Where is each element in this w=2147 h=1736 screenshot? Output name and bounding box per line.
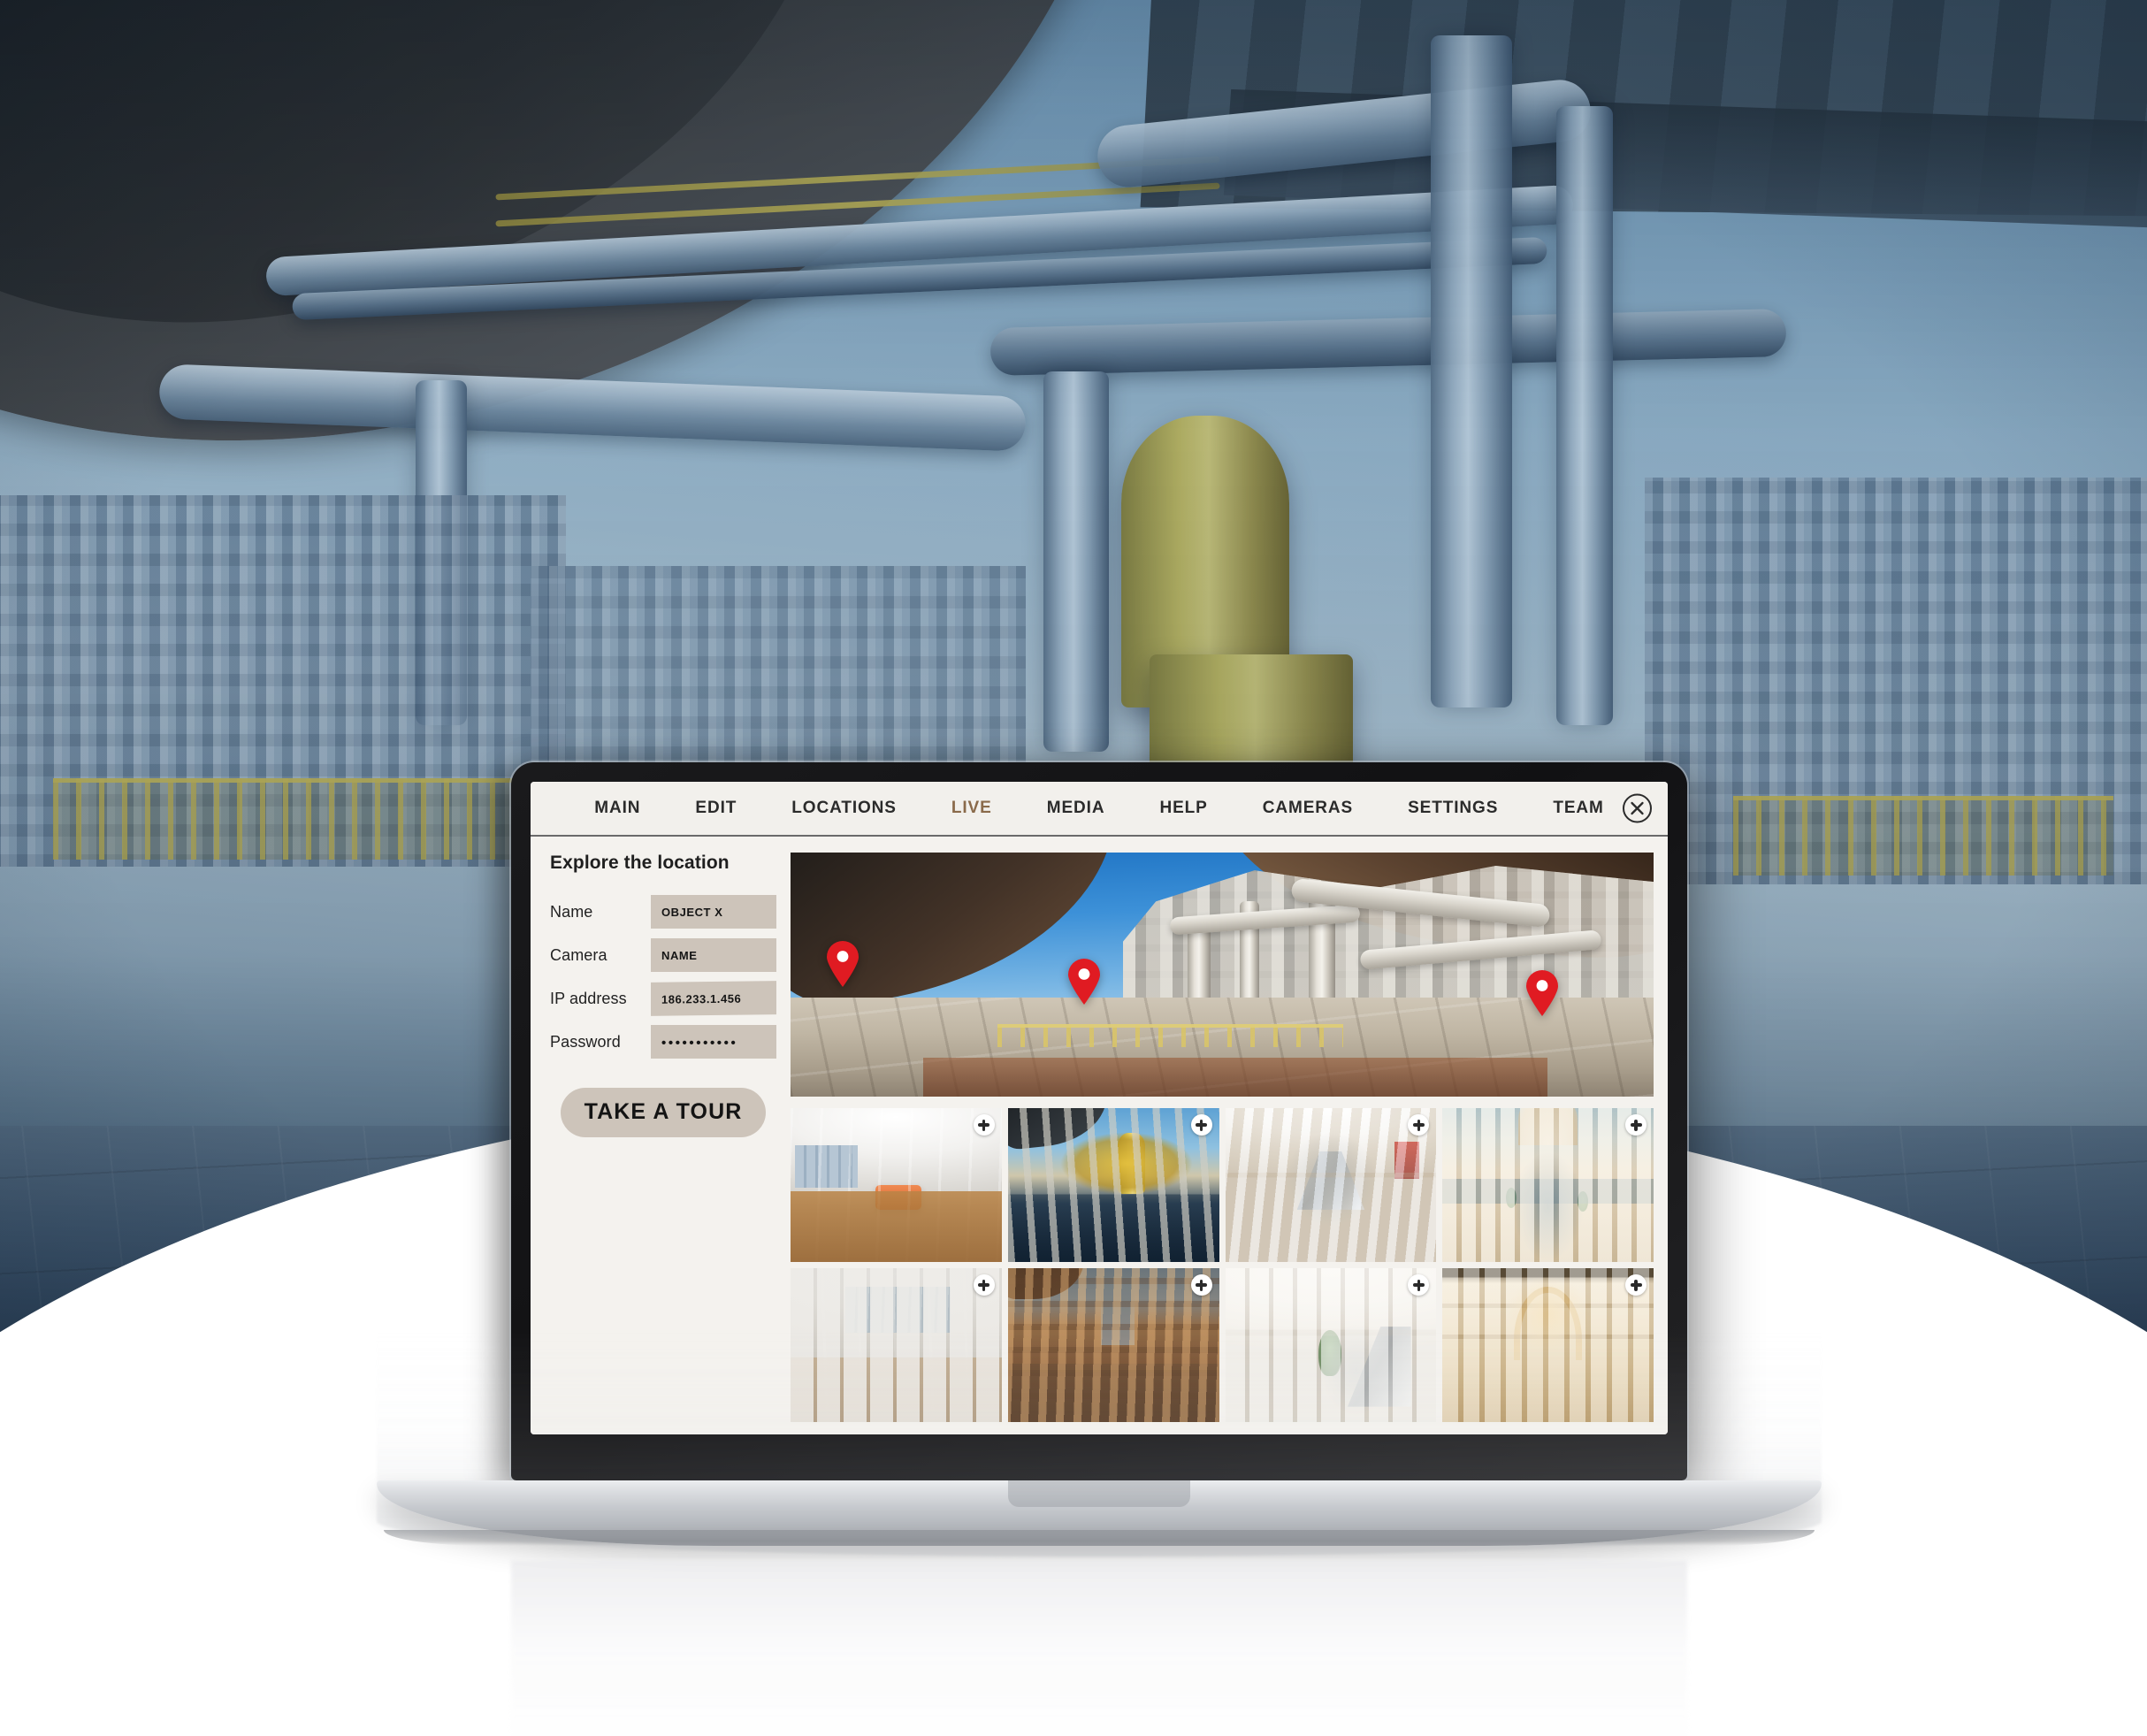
nav-item-settings[interactable]: SETTINGS [1380,799,1525,818]
laptop-base [377,1327,1822,1736]
thumb-refinery-yellow-plant[interactable] [1007,1108,1219,1262]
thumbnail-image [791,1108,1002,1262]
thumbnail-escalator-detail [1296,1151,1365,1210]
thumbnail-tank-detail [1117,1132,1145,1195]
thumbnail-overhang-detail [1007,1108,1112,1151]
form-row-name: Name OBJECT X [550,895,776,929]
nav-item-locations[interactable]: LOCATIONS [764,799,924,818]
add-thumbnail-icon[interactable] [973,1274,995,1296]
add-thumbnail-icon[interactable] [1625,1274,1647,1296]
password-input[interactable]: ••••••••••• [651,1025,776,1059]
panel-title: Explore the location [550,853,730,873]
form-row-ip-address: IP address 186.233.1.456 [550,981,776,1016]
add-thumbnail-icon[interactable] [1190,1114,1212,1136]
form-row-camera: Camera NAME [550,938,776,972]
take-a-tour-button[interactable]: TAKE A TOUR [560,1088,767,1137]
thumbnail-overhang-detail [1007,1268,1084,1299]
laptop-base-reflection [377,1327,1822,1556]
location-pin-3[interactable] [1524,969,1560,1017]
hero-yellow-railing [997,1024,1343,1047]
hero-rust-band [923,1058,1547,1097]
close-icon[interactable] [1623,793,1652,823]
add-thumbnail-icon[interactable] [1190,1274,1212,1296]
name-label: Name [550,902,593,921]
nav-item-cameras[interactable]: CAMERAS [1235,799,1380,818]
location-form: Name OBJECT X Camera NAME IP address 186… [550,895,776,1059]
thumb-grand-arcade-courtyard[interactable] [1442,1108,1654,1262]
thumbnail-window-detail [794,1144,859,1189]
name-input[interactable]: OBJECT X [651,895,776,929]
camera-label: Camera [550,945,607,964]
location-pin-2[interactable] [1066,958,1102,1006]
location-pin-1[interactable] [825,940,860,988]
thumbnail-sofa-detail [875,1185,922,1210]
app-navbar: MAIN EDIT LOCATIONS LIVE MEDIA HELP CAME… [531,782,1668,837]
laptop-mockup: MAIN EDIT LOCATIONS LIVE MEDIA HELP CAME… [377,762,1822,1736]
thumbnail-image [1007,1108,1219,1262]
nav-item-help[interactable]: HELP [1132,799,1234,818]
thumbnail-tree-detail [1505,1188,1517,1209]
laptop-screen-reflection [511,1560,1687,1736]
thumbnail-image [1442,1108,1654,1262]
thumbnail-storefront-detail [1394,1142,1420,1180]
nav-item-media[interactable]: MEDIA [1020,799,1133,818]
thumbnail-tree-detail [1578,1190,1588,1212]
nav-item-main[interactable]: MAIN [567,799,668,818]
thumb-mall-escalator-atrium[interactable] [1225,1108,1437,1262]
thumb-open-office-city-view[interactable] [791,1108,1002,1262]
password-label: Password [550,1032,621,1051]
add-thumbnail-icon[interactable] [1625,1114,1647,1136]
nav-item-live[interactable]: LIVE [924,799,1020,818]
add-thumbnail-icon[interactable] [973,1114,995,1136]
thumbnail-image [1225,1108,1437,1262]
nav-item-team[interactable]: TEAM [1525,799,1631,818]
screenshot-root: MAIN EDIT LOCATIONS LIVE MEDIA HELP CAME… [0,0,2147,1736]
form-row-password: Password ••••••••••• [550,1025,776,1059]
ip-address-label: IP address [550,989,627,1007]
hero-panorama-viewer[interactable] [791,853,1654,1097]
thumbnail-dome-detail [1518,1108,1578,1145]
nav-item-edit[interactable]: EDIT [668,799,764,818]
camera-input[interactable]: NAME [651,938,776,972]
ip-address-input[interactable]: 186.233.1.456 [651,981,776,1016]
